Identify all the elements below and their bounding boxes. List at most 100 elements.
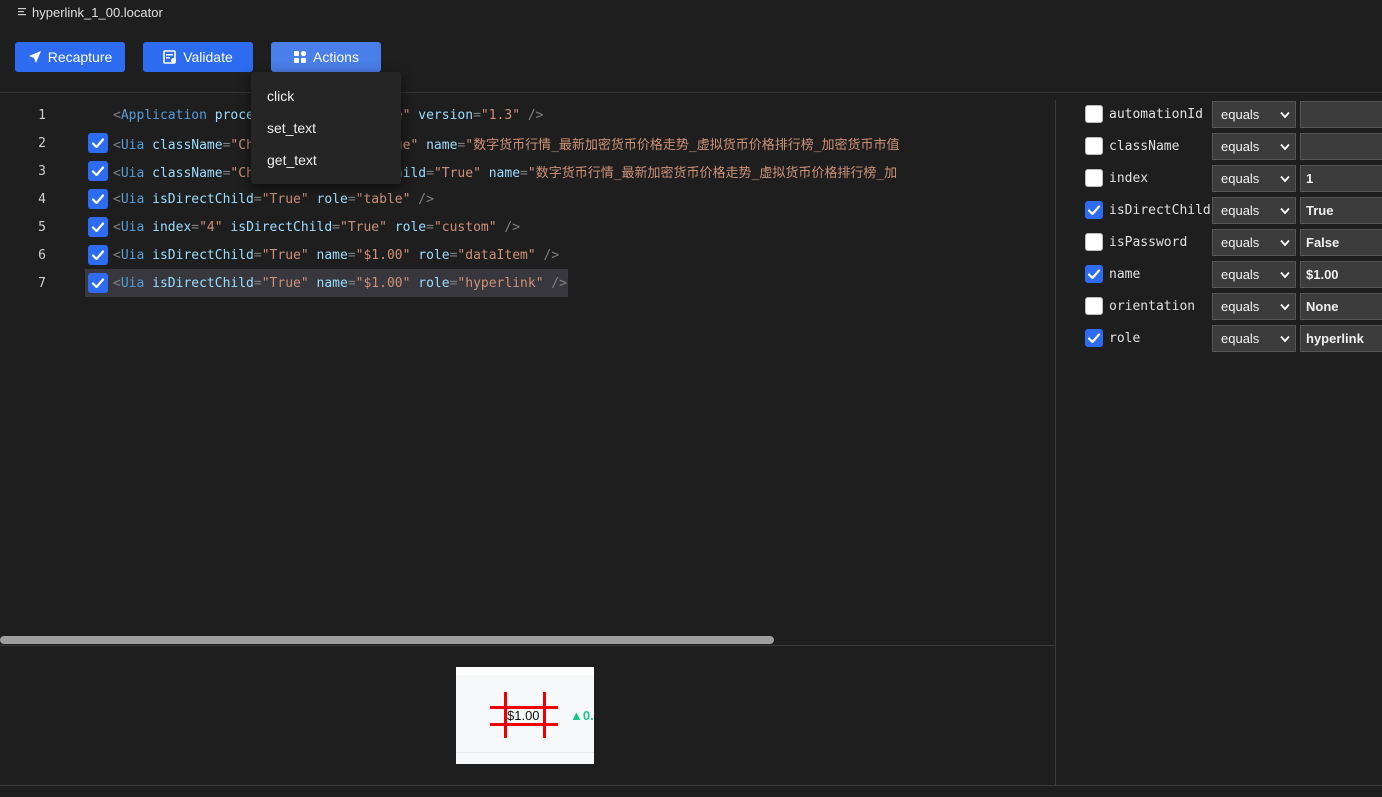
menu-item-click[interactable]: click <box>251 80 401 112</box>
operator-select[interactable]: equals <box>1212 325 1296 352</box>
code-token: /> <box>543 247 560 263</box>
code-text: <Uia className="Chr tHWND" isDirectChild… <box>113 162 897 181</box>
line-number: 7 <box>38 275 46 291</box>
property-row: automationId equals <box>1085 101 1382 129</box>
code-line[interactable]: 1<Application proces ePath="chrome.exe" … <box>0 101 1055 129</box>
operator-select[interactable]: equals <box>1212 261 1296 288</box>
code-token: /> <box>551 275 567 291</box>
line-checkbox[interactable] <box>88 161 108 181</box>
line-checkbox[interactable] <box>88 245 108 265</box>
code-token: isDirectChild <box>152 247 254 263</box>
chevron-down-icon <box>1280 271 1290 279</box>
actions-label: Actions <box>313 49 359 65</box>
preview-top-band <box>456 667 594 675</box>
code-token: = <box>520 165 528 181</box>
panel-divider[interactable] <box>1055 100 1056 785</box>
code-token: < <box>113 247 121 263</box>
operator-select[interactable]: equals <box>1212 293 1296 320</box>
locator-editor[interactable]: 1<Application proces ePath="chrome.exe" … <box>0 100 1055 645</box>
menu-item-set-text[interactable]: set_text <box>251 112 401 144</box>
line-checkbox[interactable] <box>88 273 108 293</box>
target-marker-line <box>490 706 558 709</box>
property-checkbox[interactable] <box>1085 297 1103 315</box>
code-token: role <box>418 275 450 291</box>
property-checkbox[interactable] <box>1085 105 1103 123</box>
code-token: isDirectChild <box>152 275 254 291</box>
code-token: "1.3" <box>480 107 521 123</box>
checkmark-icon <box>91 278 105 289</box>
operator-select[interactable]: equals <box>1212 165 1296 192</box>
code-token: Uia <box>120 137 145 153</box>
line-checkbox[interactable] <box>88 133 108 153</box>
line-checkbox[interactable] <box>88 217 108 237</box>
code-token: = <box>426 165 434 181</box>
property-value-input[interactable]: hyperlink <box>1300 325 1382 352</box>
property-checkbox[interactable] <box>1085 233 1103 251</box>
code-text: <Uia className="Chr sDirectChild="True" … <box>113 134 900 153</box>
code-token: = <box>332 219 340 235</box>
code-line[interactable]: 3<Uia className="Chr tHWND" isDirectChil… <box>0 157 1055 185</box>
property-checkbox[interactable] <box>1085 169 1103 187</box>
operator-value: equals <box>1221 267 1260 282</box>
line-checkbox[interactable] <box>88 189 108 209</box>
property-value-input[interactable]: False <box>1300 229 1382 256</box>
menu-item-get-text[interactable]: get_text <box>251 144 401 176</box>
chevron-down-icon <box>1280 335 1290 343</box>
property-checkbox[interactable] <box>1085 137 1103 155</box>
property-value: True <box>1306 203 1334 218</box>
code-line[interactable]: 4 <Uia isDirectChild="True" role="table" … <box>0 185 1055 213</box>
property-name: isDirectChild <box>1109 203 1211 218</box>
property-value-input[interactable] <box>1300 101 1382 128</box>
file-name: hyperlink_1_00.locator <box>32 4 163 20</box>
code-token: role <box>394 219 427 235</box>
code-token: version <box>418 107 474 123</box>
code-token: = <box>426 219 434 235</box>
code-token: "True" <box>340 219 387 235</box>
code-line[interactable]: 6 <Uia isDirectChild="True" name="$1.00" … <box>0 241 1055 269</box>
code-line[interactable]: 5 <Uia index="4" isDirectChild="True" rol… <box>0 213 1055 241</box>
code-token: Uia <box>120 165 145 181</box>
property-checkbox[interactable] <box>1085 329 1103 347</box>
code-token: "dataItem" <box>457 247 536 263</box>
property-row: isPassword equals False <box>1085 229 1382 257</box>
actions-button[interactable]: Actions <box>271 42 381 72</box>
code-token: "数字货币行情_最新加密货币价格走势_虚拟货币价格排行榜_加密货币市值 <box>465 137 900 153</box>
code-line[interactable]: 2 <Uia className="Chr sDirectChild="True"… <box>0 129 1055 157</box>
operator-select[interactable]: equals <box>1212 101 1296 128</box>
code-token: name <box>426 137 458 153</box>
code-token: = <box>347 275 356 291</box>
horizontal-scrollbar[interactable] <box>0 636 774 644</box>
property-value-input[interactable]: True <box>1300 197 1382 224</box>
checkmark-icon <box>1087 269 1101 280</box>
property-row: orientation equals None <box>1085 293 1382 321</box>
property-name: className <box>1109 139 1180 154</box>
recapture-button[interactable]: Recapture <box>15 42 125 72</box>
operator-select[interactable]: equals <box>1212 133 1296 160</box>
checkmark-icon <box>91 250 105 261</box>
chevron-down-icon <box>1280 303 1290 311</box>
operator-select[interactable]: equals <box>1212 229 1296 256</box>
property-row: role equals hyperlink <box>1085 325 1382 353</box>
code-token: "True" <box>261 247 309 263</box>
code-line[interactable]: 7 <Uia isDirectChild="True" name="$1.00" … <box>0 269 1055 297</box>
document-lines-icon <box>18 8 26 16</box>
code-token: name <box>316 247 348 263</box>
chevron-down-icon <box>1280 239 1290 247</box>
property-value-input[interactable] <box>1300 133 1382 160</box>
line-number: 4 <box>38 191 46 207</box>
property-checkbox[interactable] <box>1085 265 1103 283</box>
property-value-input[interactable]: 1 <box>1300 165 1382 192</box>
property-value-input[interactable]: None <box>1300 293 1382 320</box>
property-value-input[interactable]: $1.00 <box>1300 261 1382 288</box>
checkmark-icon <box>91 166 105 177</box>
property-checkbox[interactable] <box>1085 201 1103 219</box>
preview-price: $1.00 <box>507 708 540 723</box>
validate-button[interactable]: Validate <box>143 42 253 72</box>
operator-select[interactable]: equals <box>1212 197 1296 224</box>
code-token: < <box>113 165 121 181</box>
